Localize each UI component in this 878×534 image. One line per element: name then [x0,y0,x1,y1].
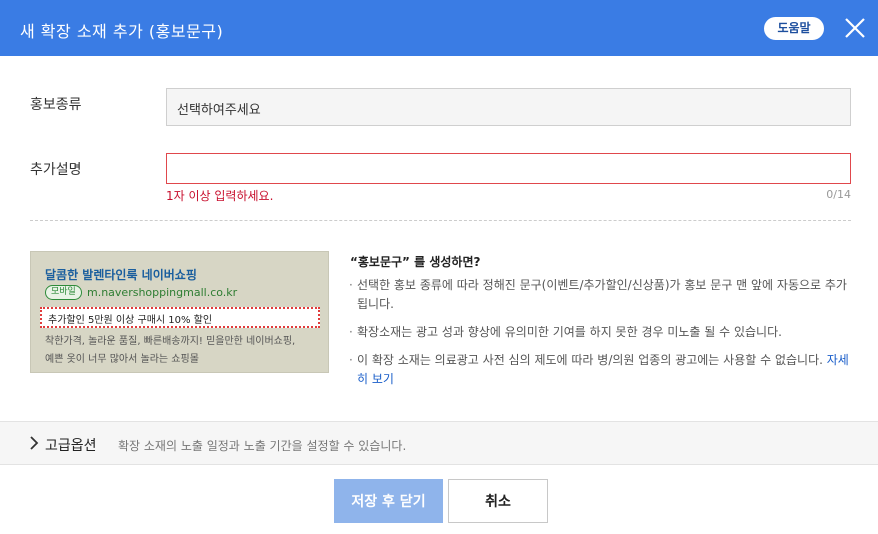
info-item: 이 확장 소재는 의료광고 사전 심의 제도에 따라 병/의원 업종의 광고에는… [349,351,854,389]
additional-description-label: 추가설명 [30,162,82,178]
advanced-options-description: 확장 소재의 노출 일정과 노출 기간을 설정할 수 있습니다. [118,439,407,453]
character-counter: 0/14 [826,188,851,201]
promo-type-selected-value: 선택하여주세요 [177,103,261,118]
help-button[interactable]: 도움말 [764,17,824,40]
add-extension-dialog: 새 확장 소재 추가 (홍보문구) 도움말 홍보종류 선택하여주세요 추가설명 … [0,0,878,534]
promo-type-select[interactable]: 선택하여주세요 [166,88,851,126]
info-list: 선택한 홍보 종류에 따라 정해진 문구(이벤트/추가할인/신상품)가 홍보 문… [349,276,854,398]
additional-description-input[interactable] [166,153,851,184]
dialog-header: 새 확장 소재 추가 (홍보문구) 도움말 [0,0,878,56]
promo-type-label: 홍보종류 [30,97,82,113]
dialog-title: 새 확장 소재 추가 (홍보문구) [20,22,224,41]
info-item: 선택한 홍보 종류에 따라 정해진 문구(이벤트/추가할인/신상품)가 홍보 문… [349,276,854,314]
advanced-options-bar[interactable]: 고급옵션 확장 소재의 노출 일정과 노출 기간을 설정할 수 있습니다. [0,421,878,465]
info-item: 확장소재는 광고 성과 향상에 유의미한 기여를 하지 못한 경우 미노출 될 … [349,323,854,342]
section-divider [30,220,851,221]
info-title: “홍보문구” 를 생성하면? [350,255,481,269]
preview-description-line-1: 착한가격, 놀라운 품질, 빠른배송까지! 믿을만한 네이버쇼핑, [45,336,296,347]
cancel-button[interactable]: 취소 [448,479,548,523]
close-icon[interactable] [842,15,868,41]
ad-preview-card: 달콤한 발렌타인룩 네이버쇼핑 모바일 m.navershoppingmall.… [30,251,329,373]
preview-promo-text: 추가할인 5만원 이상 구매시 10% 할인 [40,307,320,328]
preview-description-line-2: 예쁜 옷이 너무 많아서 놀라는 쇼핑몰 [45,354,199,365]
validation-error-message: 1자 이상 입력하세요. [166,189,274,203]
advanced-options-toggle[interactable]: 고급옵션 [45,435,97,455]
save-and-close-button[interactable]: 저장 후 닫기 [334,479,443,523]
preview-ad-title: 달콤한 발렌타인룩 네이버쇼핑 [45,268,197,282]
chevron-right-icon[interactable] [27,435,41,451]
preview-display-url: m.navershoppingmall.co.kr [87,286,238,299]
preview-mobile-badge: 모바일 [45,285,82,300]
